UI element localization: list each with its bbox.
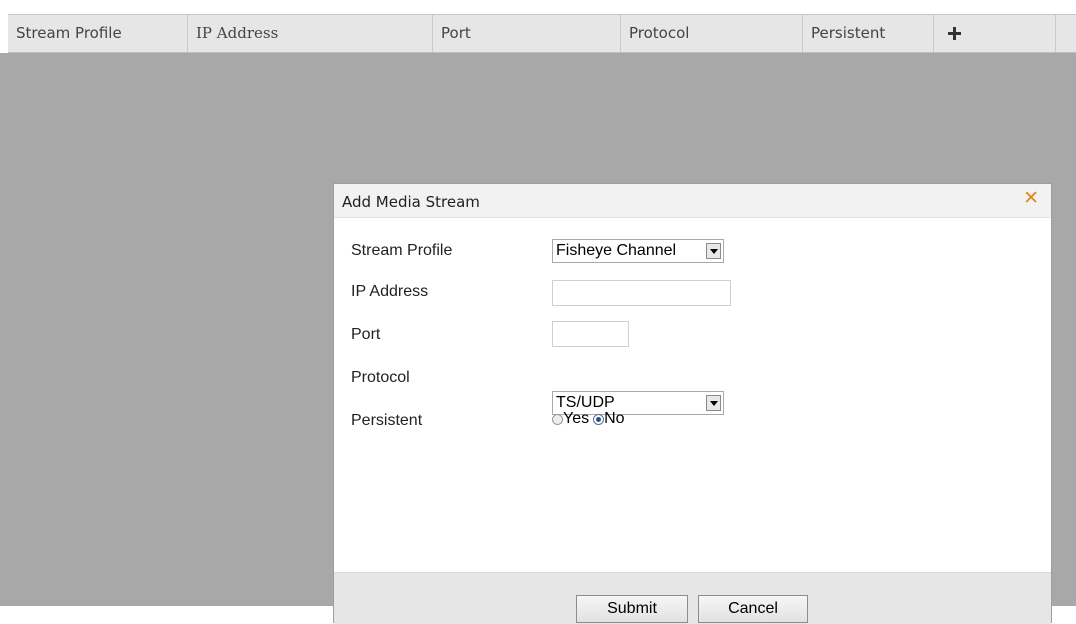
chevron-down-icon [706, 243, 721, 259]
port-input[interactable] [552, 321, 629, 347]
close-icon[interactable]: ✕ [1023, 188, 1039, 208]
stream-table-header: Stream Profile IP Address Port Protocol … [8, 14, 1076, 53]
chevron-down-icon [706, 395, 721, 411]
persistent-radio-group: Yes No [552, 410, 625, 428]
column-header-spacer [1056, 15, 1076, 52]
stream-profile-label: Stream Profile [351, 242, 453, 259]
persistent-no-label: No [604, 410, 625, 427]
column-header-port: Port [433, 15, 621, 52]
column-header-protocol: Protocol [621, 15, 803, 52]
ip-address-label: IP Address [351, 283, 429, 300]
dialog-title-bar: Add Media Stream ✕ [334, 184, 1051, 218]
persistent-yes-radio[interactable] [552, 413, 563, 425]
port-label: Port [351, 326, 381, 343]
add-stream-button[interactable] [934, 15, 1056, 52]
submit-button[interactable]: Submit [576, 595, 688, 623]
dialog-title: Add Media Stream [342, 193, 480, 211]
ip-address-input[interactable] [552, 280, 731, 306]
column-header-ip-address: IP Address [188, 15, 433, 52]
stream-profile-select[interactable]: Fisheye Channel [552, 239, 724, 263]
protocol-label: Protocol [351, 369, 410, 386]
persistent-yes-label: Yes [563, 410, 590, 427]
add-media-stream-dialog: Add Media Stream ✕ Stream Profile Fishey… [333, 183, 1052, 624]
column-header-stream-profile: Stream Profile [8, 15, 188, 52]
persistent-no-radio[interactable] [593, 413, 605, 425]
stream-profile-value: Fisheye Channel [556, 242, 677, 259]
cancel-button[interactable]: Cancel [698, 595, 808, 623]
column-header-persistent: Persistent [803, 15, 934, 52]
persistent-label: Persistent [351, 412, 423, 429]
plus-icon [948, 27, 961, 40]
dialog-footer: Submit Cancel [334, 572, 1051, 624]
